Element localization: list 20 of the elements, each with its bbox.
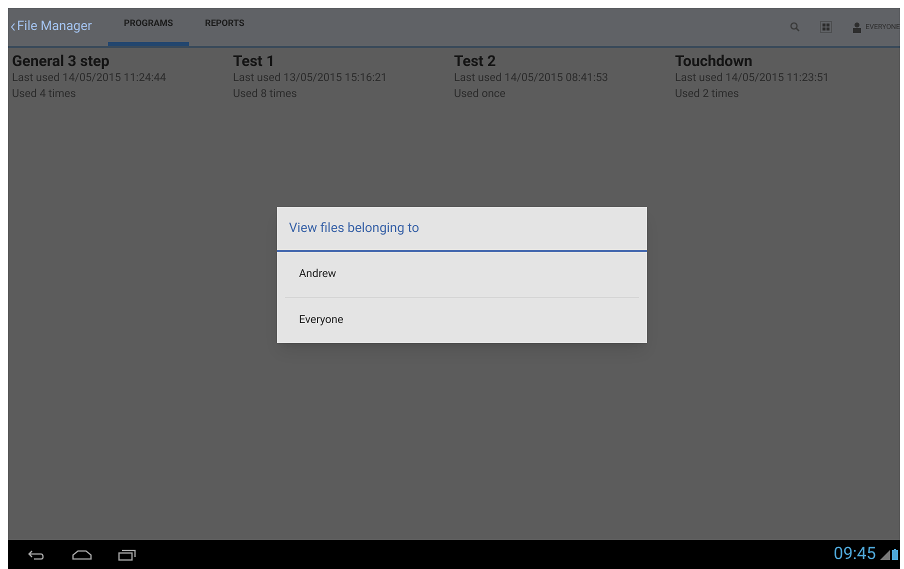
grid-icon[interactable] <box>820 21 832 33</box>
clock: 09:45 <box>834 542 876 566</box>
tab[interactable]: REPORTS <box>189 8 260 46</box>
program-name[interactable]: Touchdown <box>675 52 896 70</box>
program-name[interactable]: General 3 step <box>12 52 233 70</box>
search-icon[interactable] <box>790 22 800 32</box>
program-name[interactable]: Test 2 <box>454 52 675 70</box>
battery-icon <box>892 549 898 560</box>
recent-apps-icon[interactable] <box>118 548 136 560</box>
home-icon[interactable] <box>72 550 92 560</box>
person-icon[interactable] <box>852 22 862 32</box>
program-name[interactable]: Test 1 <box>233 52 454 70</box>
signal-icon <box>880 550 890 560</box>
back-icon[interactable] <box>28 550 44 560</box>
dialog-option[interactable]: Everyone <box>285 298 639 343</box>
app-title[interactable]: File Manager <box>17 8 108 46</box>
tab[interactable]: PROGRAMS <box>108 8 190 46</box>
chevron-left-icon[interactable] <box>11 23 15 31</box>
dialog-option[interactable]: Andrew <box>285 252 639 297</box>
dialog-title: View files belonging to <box>277 207 647 252</box>
